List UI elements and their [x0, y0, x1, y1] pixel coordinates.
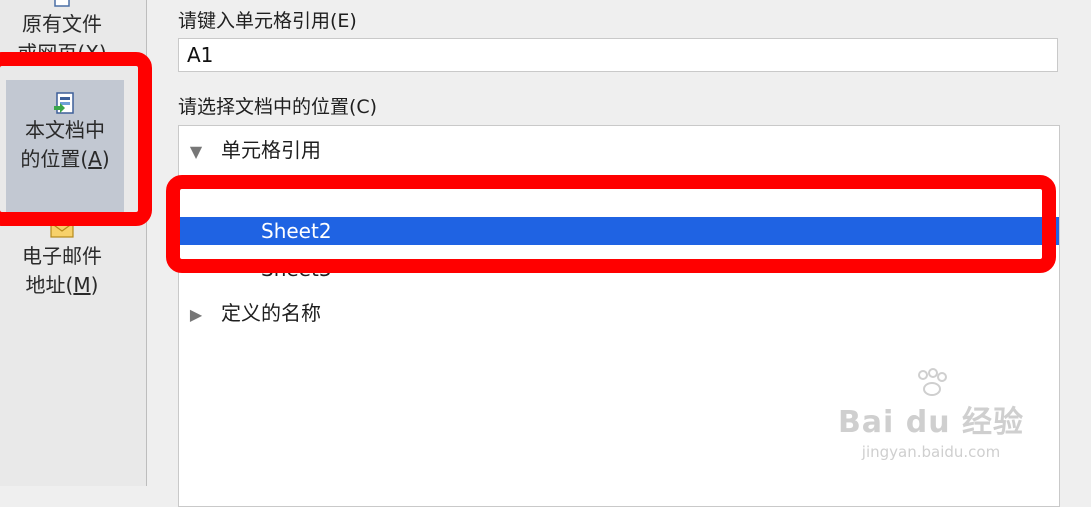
sidebar-item-label-2: 的位置(A) [20, 147, 110, 171]
link-to-sidebar: 原有文件 或网页(X) 本文档中 的位置(A) 电子邮件 地址(M) [0, 0, 147, 486]
email-icon [50, 222, 74, 238]
cell-reference-input[interactable] [178, 38, 1058, 72]
cell-reference-label: 请键入单元格引用(E) [178, 10, 357, 32]
tree-node-sheet-selected[interactable]: Sheet2 [179, 217, 1059, 245]
sidebar-item-email-address[interactable]: 电子邮件 地址(M) [0, 218, 124, 300]
collapsed-arrow-icon[interactable]: ▶ [179, 300, 213, 330]
sidebar-item-label: 本文档中 [25, 118, 105, 142]
document-place-tree[interactable]: ▼ 单元格引用 Sheet2 Sheet3 ▶ 定义的名称 [178, 125, 1060, 507]
document-icon [54, 0, 70, 7]
sidebar-item-place-in-document[interactable]: 本文档中 的位置(A) [6, 80, 124, 218]
sidebar-item-label-2: 地址(M) [25, 273, 99, 297]
sidebar-item-existing-file[interactable]: 原有文件 或网页(X) [0, 0, 124, 68]
tree-node-cell-reference[interactable]: ▼ 单元格引用 [179, 135, 1059, 165]
tree-node-sheet[interactable]: Sheet3 [179, 254, 1059, 284]
place-in-document-label: 请选择文档中的位置(C) [178, 96, 378, 118]
place-in-document-icon [54, 92, 74, 114]
sidebar-item-label-2: 或网页(X) [17, 41, 107, 65]
tree-node-defined-names[interactable]: ▶ 定义的名称 [179, 298, 1059, 328]
sidebar-item-label: 电子邮件 [22, 244, 102, 268]
sidebar-item-label: 原有文件 [22, 12, 102, 36]
expanded-arrow-icon[interactable]: ▼ [179, 137, 213, 167]
